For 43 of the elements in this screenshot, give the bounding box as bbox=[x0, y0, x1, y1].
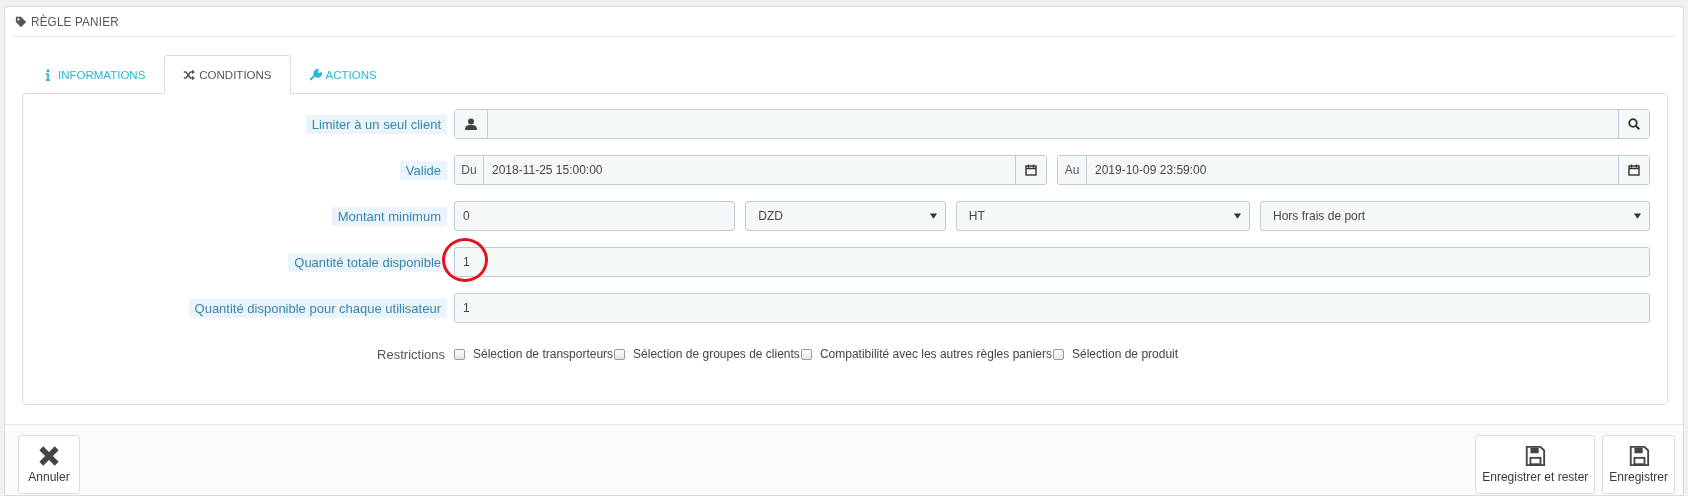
field-label: Montant minimum bbox=[331, 206, 447, 226]
search-field[interactable] bbox=[454, 109, 1650, 139]
field-label: Quantité totale disponible bbox=[288, 252, 447, 272]
wrench-icon bbox=[309, 68, 322, 81]
shuffle-icon bbox=[183, 68, 196, 81]
date-field[interactable]: Au 2019-10-09 23:59:00 bbox=[1057, 155, 1650, 185]
field-label: Quantité disponible pour chaque utilisateur bbox=[188, 298, 447, 318]
field-prefix: Au bbox=[1064, 163, 1080, 177]
date-field[interactable]: Du 2018-11-25 15:00:00 bbox=[454, 155, 1047, 185]
calendar-icon bbox=[1025, 164, 1037, 176]
field-value: 2019-10-09 23:59:00 bbox=[1095, 163, 1207, 177]
search-icon bbox=[1628, 118, 1640, 130]
user-icon bbox=[465, 118, 477, 130]
field-prefix: Du bbox=[461, 163, 477, 177]
checkbox[interactable] bbox=[1053, 348, 1064, 360]
toolbar-button[interactable]: Annuler bbox=[18, 435, 80, 494]
caret-icon bbox=[1634, 213, 1641, 219]
checkbox-label: Sélection de groupes de clients bbox=[633, 347, 800, 361]
checkbox-label: Sélection de produit bbox=[1072, 347, 1179, 361]
checkbox-label: Compatibilité avec les autres règles paniers bbox=[819, 347, 1052, 361]
checkbox[interactable] bbox=[454, 348, 465, 360]
field-label: Restrictions bbox=[376, 345, 446, 364]
dropdown[interactable]: HT bbox=[955, 201, 1251, 231]
text-field[interactable]: 1 bbox=[454, 247, 1650, 277]
panel-title: RÈGLE PANIER bbox=[31, 14, 119, 29]
text-field[interactable]: 1 bbox=[454, 293, 1650, 323]
field-label: Valide bbox=[399, 160, 447, 180]
close-icon bbox=[38, 445, 60, 467]
checkbox[interactable] bbox=[614, 348, 626, 360]
caret-icon bbox=[1234, 213, 1242, 219]
checkbox[interactable] bbox=[800, 348, 812, 360]
dropdown[interactable]: DZD bbox=[745, 201, 946, 231]
field-label: Limiter à un seul client bbox=[305, 114, 447, 134]
calendar-icon bbox=[1628, 164, 1640, 176]
toolbar-button[interactable]: Enregistrer et rester bbox=[1475, 435, 1596, 494]
caret-icon bbox=[929, 213, 937, 219]
checkbox-label: Sélection de transporteurs bbox=[473, 347, 614, 361]
toolbar-button[interactable]: Enregistrer bbox=[1602, 435, 1675, 494]
field-value: 2018-11-25 15:00:00 bbox=[492, 163, 603, 177]
dropdown[interactable]: Hors frais de port bbox=[1260, 201, 1650, 231]
tab[interactable]: CONDITIONS bbox=[164, 55, 291, 94]
tag-icon bbox=[15, 15, 27, 28]
text-field[interactable]: 0 bbox=[454, 201, 736, 231]
